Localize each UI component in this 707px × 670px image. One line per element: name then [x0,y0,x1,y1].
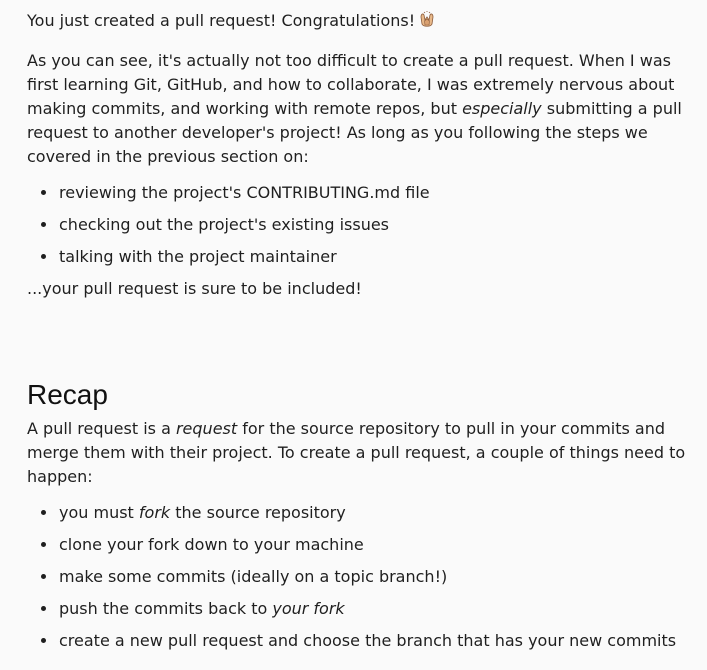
recap-emphasis: request [175,419,238,438]
item-text: the source repository [170,503,346,522]
recap-text-1: A pull request is a [27,419,176,438]
recap-paragraph: A pull request is a request for the sour… [27,417,687,489]
list-item: you must fork the source repository [58,501,687,525]
item-text: make some commits (ideally on a topic br… [59,567,448,586]
item-text: clone your fork down to your machine [59,535,364,554]
list-item: make some commits (ideally on a topic br… [58,565,687,589]
intro-text: You just created a pull request! Congrat… [27,11,416,30]
item-text: push the commits back to [59,599,273,618]
raising-hands-icon [418,11,436,29]
item-emphasis: your fork [272,599,345,618]
recap-list: you must fork the source repository clon… [27,501,687,653]
conclusion-text: ...your pull request is sure to be inclu… [27,279,362,298]
explanation-emphasis: especially [462,99,542,118]
explanation-paragraph: As you can see, it's actually not too di… [27,49,687,169]
recap-heading: Recap [27,379,108,410]
item-emphasis: fork [138,503,171,522]
item-text: create a new pull request and choose the… [59,631,677,650]
item-text: you must [59,503,139,522]
list-item: checking out the project's existing issu… [58,213,687,237]
list-item: create a new pull request and choose the… [58,629,687,653]
list-item: clone your fork down to your machine [58,533,687,557]
article-content: You just created a pull request! Congrat… [0,0,707,653]
list-item: reviewing the project's CONTRIBUTING.md … [58,181,687,205]
list-item: push the commits back to your fork [58,597,687,621]
intro-paragraph: You just created a pull request! Congrat… [27,0,687,33]
steps-list: reviewing the project's CONTRIBUTING.md … [27,181,687,269]
list-item: talking with the project maintainer [58,245,687,269]
